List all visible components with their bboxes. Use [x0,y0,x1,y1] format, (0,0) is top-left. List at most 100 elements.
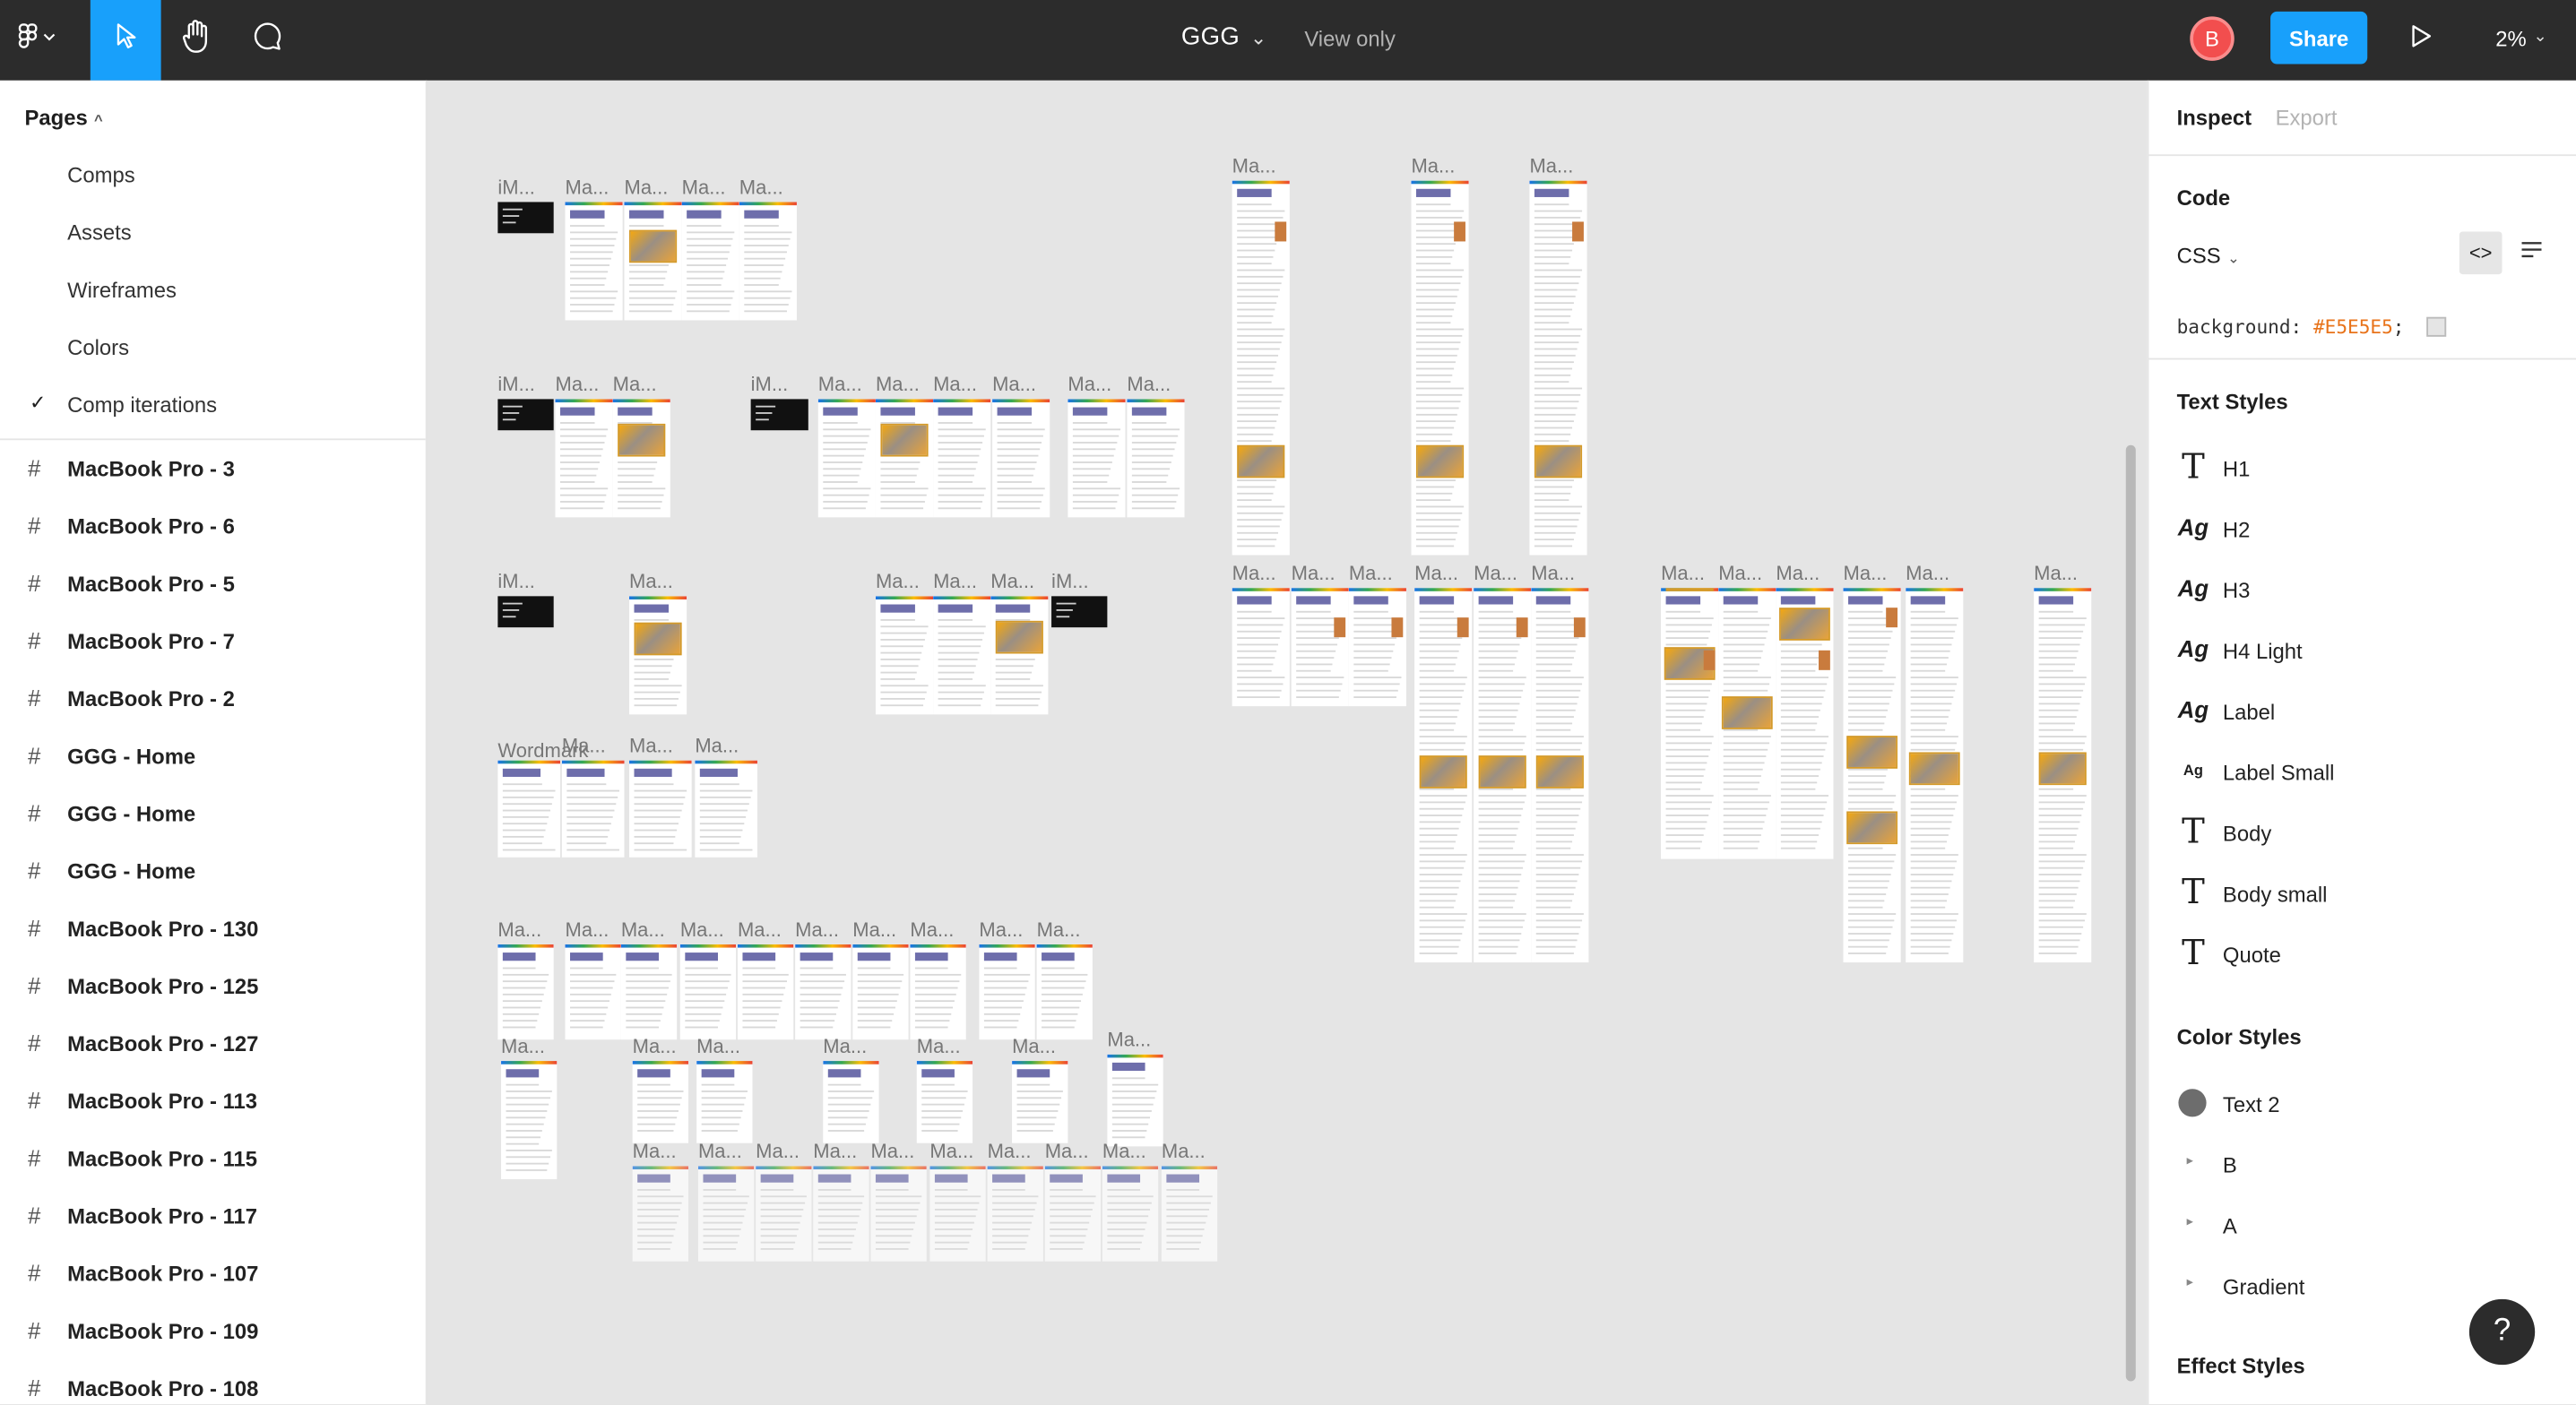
css-code-line[interactable]: background: #E5E5E5; [2177,315,2405,339]
frame-label[interactable]: Ma... [1474,564,1517,583]
frame-thumbnail[interactable] [813,1166,869,1262]
frame-label[interactable]: Ma... [876,375,920,394]
frame-thumbnail[interactable] [990,596,1049,715]
vertical-scrollbar[interactable] [2125,444,2136,1382]
frame-label[interactable]: Ma... [1349,564,1393,583]
frame-thumbnail[interactable] [679,944,737,1040]
frame-thumbnail[interactable] [916,1061,973,1143]
text-style-item[interactable]: Ag H2 [2177,506,2572,556]
frame-label[interactable]: Ma... [682,177,726,197]
frame-thumbnail[interactable] [497,760,561,858]
frame-thumbnail[interactable] [1044,1166,1102,1262]
frame-label[interactable]: Ma... [629,736,673,755]
frame-label[interactable]: iM... [497,375,535,394]
present-button[interactable] [2402,0,2442,81]
layer-item[interactable]: # MacBook Pro - 125 [0,958,426,1015]
frame-label[interactable]: Ma... [696,1037,740,1056]
page-item-comps[interactable]: Comps [67,162,134,186]
frame-thumbnail[interactable] [1348,588,1406,707]
frame-label[interactable]: Ma... [633,1037,677,1056]
frame-thumbnail[interactable] [823,1061,879,1143]
text-style-item[interactable]: Ag H3 [2177,566,2572,616]
frame-label[interactable]: Ma... [990,572,1034,591]
frame-label[interactable]: Ma... [621,919,665,939]
frame-label[interactable]: Ma... [1127,375,1171,394]
frame-label[interactable]: Ma... [556,375,600,394]
page-item-comp-iterations[interactable]: Comp iterations [67,392,217,417]
frame-label[interactable]: Ma... [566,177,609,197]
layer-item[interactable]: # MacBook Pro - 6 [0,497,426,555]
frame-label[interactable]: Ma... [629,572,673,591]
frame-label[interactable]: Ma... [813,1142,857,1161]
zoom-level[interactable]: 2% [2495,26,2526,50]
frame-label[interactable]: Ma... [818,375,862,394]
frame-label[interactable]: Ma... [501,1037,545,1056]
frame-thumbnail[interactable] [1718,588,1776,859]
layer-item[interactable]: # MacBook Pro - 7 [0,613,426,670]
frame-thumbnail[interactable] [1529,180,1587,556]
frame-thumbnail[interactable] [561,760,625,858]
frame-thumbnail[interactable] [870,1166,927,1262]
frame-thumbnail[interactable] [497,399,554,431]
layer-item[interactable]: # MacBook Pro - 130 [0,900,426,957]
frame-label[interactable]: Ma... [933,375,977,394]
frame-label[interactable]: Ma... [910,919,954,939]
layer-item[interactable]: # MacBook Pro - 5 [0,556,426,613]
text-style-item[interactable]: T Quote [2177,931,2572,980]
text-style-item[interactable]: Ag Label [2177,688,2572,737]
text-style-item[interactable]: T Body small [2177,870,2572,919]
frame-label[interactable]: iM... [751,375,789,394]
frame-thumbnail[interactable] [565,944,621,1040]
frame-thumbnail[interactable] [817,399,876,518]
layer-item[interactable]: # MacBook Pro - 2 [0,670,426,728]
code-view-button[interactable]: <> [2459,231,2503,275]
frame-label[interactable]: Ma... [680,919,724,939]
frame-thumbnail[interactable] [1661,588,1719,859]
frame-thumbnail[interactable] [497,596,554,628]
pages-header[interactable]: Pages ^ [24,105,102,129]
chevron-down-icon[interactable]: ⌄ [2533,28,2546,46]
frame-thumbnail[interactable] [739,202,797,321]
frame-label[interactable]: Ma... [1232,156,1276,176]
frame-thumbnail[interactable] [632,1061,688,1143]
frame-thumbnail[interactable] [555,399,613,518]
frame-thumbnail[interactable] [1012,1061,1068,1143]
frame-thumbnail[interactable] [501,1061,558,1180]
frame-thumbnail[interactable] [852,944,909,1040]
layer-item[interactable]: # MacBook Pro - 107 [0,1245,426,1302]
frame-label[interactable]: Ma... [1292,564,1336,583]
chevron-down-icon[interactable]: ⌄ [1250,26,1266,49]
frame-label[interactable]: Ma... [1107,1030,1151,1049]
frame-label[interactable]: Ma... [876,572,920,591]
frame-thumbnail[interactable] [629,596,687,715]
frame-thumbnail[interactable] [992,399,1050,518]
frame-label[interactable]: Ma... [1411,156,1455,176]
layer-item[interactable]: # MacBook Pro - 109 [0,1302,426,1359]
frame-thumbnail[interactable] [1776,588,1834,859]
frame-label[interactable]: Ma... [695,736,739,755]
frame-thumbnail[interactable] [696,1061,753,1143]
frame-thumbnail[interactable] [497,944,554,1040]
caret-right-icon[interactable]: ▸ [2187,1274,2193,1289]
frame-label[interactable]: Ma... [738,919,782,939]
frame-thumbnail[interactable] [933,596,991,715]
frame-label[interactable]: Ma... [823,1037,867,1056]
move-tool-button[interactable] [90,0,161,81]
frame-label[interactable]: Ma... [1776,564,1820,583]
frame-thumbnail[interactable] [1414,588,1473,963]
frame-label[interactable]: Ma... [1414,564,1458,583]
frame-thumbnail[interactable] [695,760,757,858]
document-title[interactable]: GGG [1181,23,1240,51]
frame-thumbnail[interactable] [697,1166,755,1262]
page-item-assets[interactable]: Assets [67,220,132,245]
layer-item[interactable]: # GGG - Home [0,785,426,842]
color-style-item[interactable]: ▸ A [2177,1202,2572,1252]
text-style-item[interactable]: Ag H4 Light [2177,627,2572,677]
frame-thumbnail[interactable] [875,596,934,715]
frame-thumbnail[interactable] [1291,588,1349,707]
frame-label[interactable]: Ma... [613,375,657,394]
frame-label[interactable]: Ma... [562,736,606,755]
frame-label[interactable]: iM... [1051,572,1089,591]
frame-thumbnail[interactable] [624,202,682,321]
color-style-item[interactable]: ▸ B [2177,1142,2572,1191]
